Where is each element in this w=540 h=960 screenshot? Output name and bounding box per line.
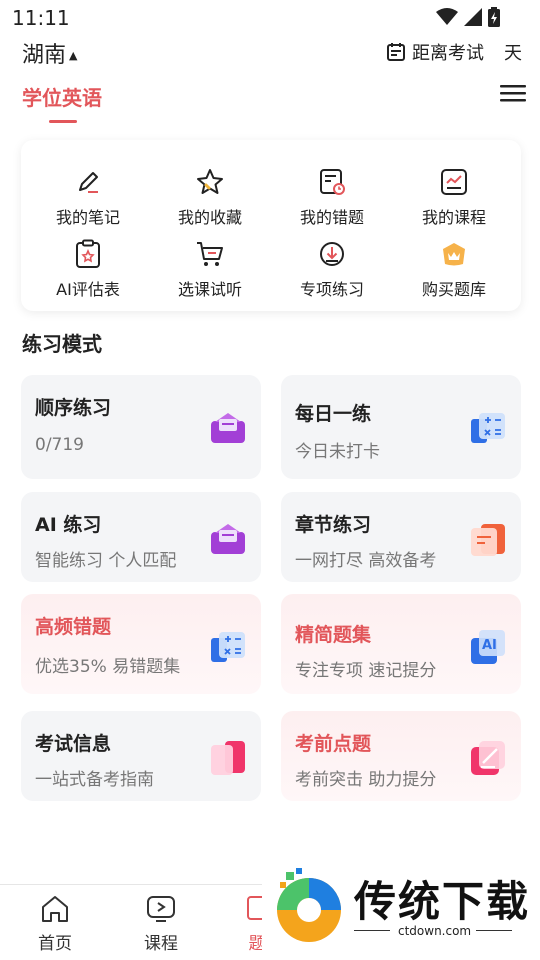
caret-down-icon: ▲ (69, 48, 78, 62)
mode-card-sequential[interactable]: 顺序练习 0/719 (21, 375, 261, 479)
calendar-icon (387, 43, 405, 61)
tab-subject-active[interactable]: 学位英语 (22, 82, 102, 111)
shortcut-card: 我的笔记 我的收藏 我的错题 我的课程 AI评估表 选课试听 专项练习 购买题库 (21, 140, 521, 311)
subject-tab-bar: 学位英语 (0, 78, 540, 126)
mode-card-pre-exam-tips[interactable]: 考前点题 考前突击 助力提分 (281, 711, 521, 801)
pencil-note-icon (72, 166, 104, 198)
shortcut-label: 我的错题 (299, 208, 364, 227)
mode-card-ai-practice[interactable]: AI 练习 智能练习 个人匹配 (21, 492, 261, 582)
wifi-icon (436, 8, 458, 25)
region-label: 湖南 (22, 43, 67, 68)
practice-section-title: 练习模式 (22, 332, 102, 356)
shortcut-special-practice[interactable]: 专项练习 (271, 238, 393, 300)
shortcut-label: 我的笔记 (55, 208, 120, 227)
watermark-divider (476, 930, 512, 931)
watermark-logo (277, 868, 341, 942)
shortcut-label: 我的课程 (421, 208, 486, 227)
clipboard-icon (72, 238, 104, 270)
top-bar: 湖南 ▲ 距离考试 天 (0, 36, 540, 68)
pink-cards-icon (211, 741, 245, 775)
nav-courses[interactable]: 课程 (116, 895, 206, 954)
mode-subtitle: 0/719 (35, 435, 84, 455)
purple-envelope-icon (211, 413, 245, 443)
exam-countdown[interactable]: 距离考试 天 (386, 39, 522, 65)
mode-title: 考试信息 (35, 733, 112, 755)
mode-subtitle: 智能练习 个人匹配 (35, 551, 177, 571)
battery-icon (488, 7, 500, 27)
status-time: 11:11 (12, 6, 70, 30)
mode-card-exam-info[interactable]: 考试信息 一站式备考指南 (21, 711, 261, 801)
mode-subtitle: 今日未打卡 (295, 442, 380, 462)
mode-title: 考前点题 (295, 733, 372, 755)
mode-title: 高频错题 (35, 616, 112, 638)
nav-home[interactable]: 首页 (10, 895, 100, 954)
watermark-divider (354, 930, 390, 931)
mode-subtitle: 专注专项 速记提分 (295, 661, 437, 681)
region-selector[interactable]: 湖南 ▲ (22, 37, 77, 69)
mode-card-condensed-set[interactable]: 精简题集 专注专项 速记提分 AI (281, 594, 521, 694)
mode-title: 精简题集 (295, 624, 372, 646)
blue-calculator-icon (471, 413, 505, 443)
wrong-questions-icon (316, 166, 348, 198)
home-icon (42, 896, 68, 922)
mode-subtitle: 一网打尽 高效备考 (295, 551, 437, 571)
shortcut-buy-question-bank[interactable]: 购买题库 (393, 238, 515, 300)
blue-ai-icon: AI (471, 630, 505, 664)
shortcut-label: 选课试听 (177, 280, 242, 299)
mode-title: 每日一练 (295, 403, 372, 425)
shortcut-ai-assessment[interactable]: AI评估表 (27, 238, 149, 300)
shortcut-my-notes[interactable]: 我的笔记 (27, 166, 149, 228)
shortcut-my-courses[interactable]: 我的课程 (393, 166, 515, 228)
star-icon (194, 166, 226, 198)
shortcut-my-wrong-questions[interactable]: 我的错题 (271, 166, 393, 228)
mode-title: 章节练习 (295, 514, 372, 536)
shortcut-label: 专项练习 (299, 280, 364, 299)
svg-text:AI: AI (482, 638, 497, 653)
nav-label: 首页 (38, 934, 72, 954)
mode-card-daily[interactable]: 每日一练 今日未打卡 (281, 375, 521, 479)
countdown-label: 距离考试 (412, 43, 484, 64)
watermark-url: ctdown.com (398, 924, 472, 938)
cellular-signal-icon (464, 8, 482, 26)
mode-title: 顺序练习 (35, 397, 112, 419)
mode-title: AI 练习 (35, 514, 102, 536)
status-icons (436, 7, 500, 27)
mode-subtitle: 一站式备考指南 (35, 770, 154, 790)
course-chart-icon (438, 166, 470, 198)
shortcut-label: 购买题库 (421, 280, 486, 299)
orange-book-icon (471, 524, 505, 556)
pink-pen-icon (471, 741, 505, 775)
status-bar: 11:11 (0, 0, 540, 36)
purple-envelope-icon (211, 524, 245, 554)
shortcut-course-trial[interactable]: 选课试听 (149, 238, 271, 300)
shortcut-label: 我的收藏 (177, 208, 242, 227)
cart-icon (194, 238, 226, 270)
mode-subtitle: 考前突击 助力提分 (295, 770, 437, 790)
shortcut-label: AI评估表 (56, 280, 120, 299)
mode-subtitle: 优选35% 易错题集 (35, 657, 181, 677)
shortcut-my-favorites[interactable]: 我的收藏 (149, 166, 271, 228)
play-icon (147, 896, 175, 922)
tab-underline (49, 120, 77, 123)
nav-label: 课程 (144, 934, 178, 954)
mode-card-high-frequency-errors[interactable]: 高频错题 优选35% 易错题集 (21, 594, 261, 694)
crown-bag-icon (438, 238, 470, 270)
countdown-unit: 天 (504, 43, 522, 64)
watermark-brand: 传统下载 (354, 877, 531, 926)
cloud-download-icon (316, 238, 348, 270)
menu-icon[interactable] (500, 82, 526, 104)
watermark-overlay: 传统下载 ctdown.com (262, 858, 540, 960)
mode-card-chapter[interactable]: 章节练习 一网打尽 高效备考 (281, 492, 521, 582)
blue-calculator-icon (211, 632, 245, 662)
